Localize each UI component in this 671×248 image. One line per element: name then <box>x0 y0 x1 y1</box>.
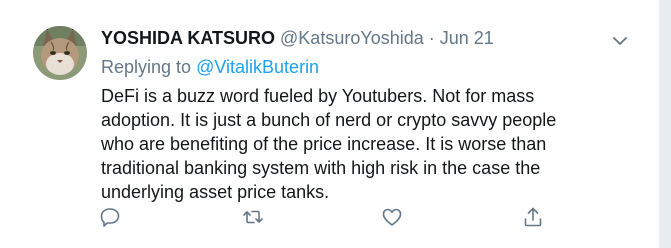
reply-icon[interactable] <box>99 206 121 228</box>
tweet-body-line: underlying asset price tanks. <box>101 182 330 202</box>
tweet-body-line: who are benefiting of the price increase… <box>101 134 547 154</box>
tweet-body-line: traditional banking system with high ris… <box>101 158 541 178</box>
share-icon[interactable] <box>522 206 544 228</box>
author-handle[interactable]: @KatsuroYoshida <box>280 28 424 48</box>
separator-dot: · <box>428 28 435 48</box>
retweet-icon[interactable] <box>242 206 264 228</box>
author-name[interactable]: YOSHIDA KATSURO <box>101 28 275 48</box>
like-icon[interactable] <box>381 206 403 228</box>
tweet-body-line: adoption. It is just a bunch of nerd or … <box>101 110 557 130</box>
tweet-body: DeFi is a buzz word fueled by Youtubers.… <box>101 84 621 204</box>
avatar[interactable] <box>33 26 87 80</box>
replying-to-label: Replying to <box>101 57 192 77</box>
tweet-actions <box>0 206 660 228</box>
chevron-down-icon[interactable] <box>613 33 627 45</box>
tweet-card[interactable]: YOSHIDA KATSURO @KatsuroYoshida · Jun 21… <box>0 0 660 248</box>
replying-to-handle-link[interactable]: @VitalikButerin <box>196 57 319 77</box>
tweet-header: YOSHIDA KATSURO @KatsuroYoshida · Jun 21 <box>101 26 494 50</box>
replying-to: Replying to @VitalikButerin <box>101 55 319 79</box>
lynx-avatar-icon <box>33 26 87 80</box>
tweet-body-line: DeFi is a buzz word fueled by Youtubers.… <box>101 86 535 106</box>
tweet-date[interactable]: Jun 21 <box>440 28 494 48</box>
